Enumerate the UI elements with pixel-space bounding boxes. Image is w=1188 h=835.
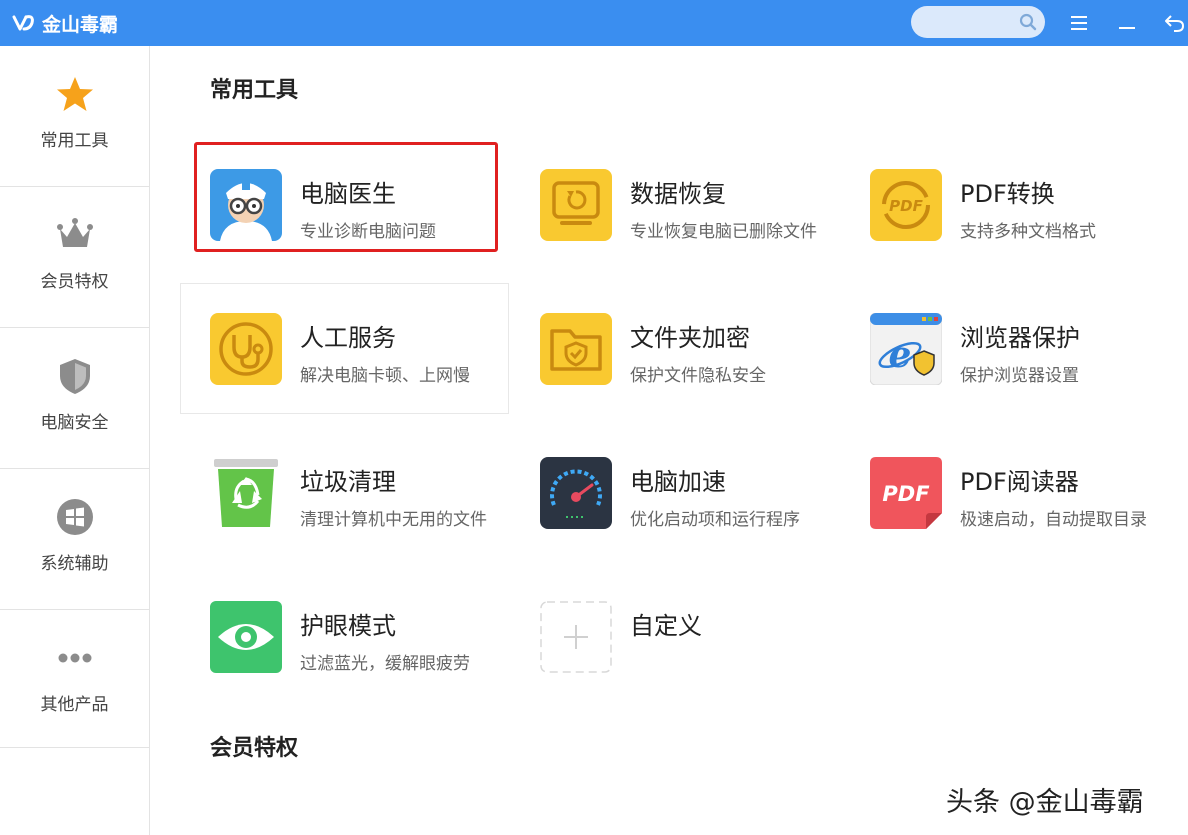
windows-icon — [57, 499, 93, 535]
tool-junk-clean[interactable]: 垃圾清理 清理计算机中无用的文件 — [180, 443, 510, 543]
tool-custom[interactable]: 自定义 — [510, 587, 840, 687]
data-recovery-icon — [540, 169, 612, 241]
search-input[interactable] — [921, 10, 1021, 36]
speedometer-icon — [540, 457, 612, 529]
stethoscope-icon — [210, 313, 282, 385]
search-icon[interactable] — [1019, 13, 1037, 31]
eye-icon — [210, 601, 282, 673]
svg-text:e: e — [889, 334, 912, 376]
tool-desc: 保护浏览器设置 — [960, 366, 1079, 386]
tool-desc: 清理计算机中无用的文件 — [300, 510, 487, 530]
sidebar-item-label: 常用工具 — [40, 131, 109, 151]
tool-desc: 保护文件隐私安全 — [630, 366, 766, 386]
tool-browser-protect[interactable]: e 浏览器保护 保护浏览器设置 — [840, 299, 1170, 399]
sidebar: 常用工具 会员特权 电脑安全 系统辅助 其他产品 — [0, 46, 150, 835]
back-icon[interactable] — [1162, 11, 1186, 35]
menu-icon[interactable] — [1067, 11, 1091, 35]
tool-name: 电脑加速 — [630, 468, 726, 496]
tool-data-recovery[interactable]: 数据恢复 专业恢复电脑已删除文件 — [510, 155, 840, 255]
sidebar-item-label: 会员特权 — [40, 272, 109, 292]
pdf-convert-icon-text: PDF — [889, 197, 923, 215]
minimize-icon[interactable] — [1115, 11, 1139, 35]
browser-shield-icon: e — [870, 313, 942, 385]
tool-name: 人工服务 — [300, 324, 396, 352]
tool-name: 浏览器保护 — [960, 324, 1080, 352]
search-box[interactable] — [911, 6, 1045, 38]
sidebar-item-other-products[interactable]: 其他产品 — [0, 610, 149, 747]
folder-lock-icon — [540, 313, 612, 385]
highlight-box — [194, 142, 498, 252]
pdf-convert-icon: PDF — [870, 169, 942, 241]
tool-desc: 支持多种文档格式 — [960, 222, 1096, 242]
tool-name: 护眼模式 — [300, 612, 396, 640]
pdf-reader-icon-text: PDF — [882, 482, 930, 506]
sidebar-item-label: 其他产品 — [40, 695, 109, 715]
sidebar-item-member[interactable]: 会员特权 — [0, 187, 149, 327]
tool-desc: 优化启动项和运行程序 — [630, 510, 800, 530]
sidebar-item-label: 系统辅助 — [40, 554, 109, 574]
tool-desc: 极速启动，自动提取目录 — [960, 510, 1147, 530]
title-bar: 金山毒霸 — [0, 0, 1188, 46]
tool-desc: 解决电脑卡顿、上网慢 — [300, 366, 470, 386]
tool-name: PDF阅读器 — [960, 468, 1079, 496]
watermark: 头条 @金山毒霸 — [946, 787, 1144, 818]
tool-pdf-reader[interactable]: PDF PDF阅读器 极速启动，自动提取目录 — [840, 443, 1170, 543]
add-custom-icon — [540, 601, 612, 673]
tool-eye-care[interactable]: 护眼模式 过滤蓝光，缓解眼疲劳 — [180, 587, 510, 687]
tool-name: 垃圾清理 — [300, 468, 396, 496]
app-title: 金山毒霸 — [42, 14, 119, 36]
tool-name: 自定义 — [630, 612, 702, 640]
divider — [0, 747, 149, 748]
tool-desc: 过滤蓝光，缓解眼疲劳 — [300, 654, 470, 674]
pdf-reader-icon: PDF — [870, 457, 942, 529]
more-dots-icon — [58, 653, 92, 663]
tool-name: 文件夹加密 — [630, 324, 750, 352]
tool-pc-speedup[interactable]: 电脑加速 优化启动项和运行程序 — [510, 443, 840, 543]
tool-folder-encrypt[interactable]: 文件夹加密 保护文件隐私安全 — [510, 299, 840, 399]
sidebar-item-label: 电脑安全 — [40, 413, 109, 433]
tool-name: PDF转换 — [960, 180, 1055, 208]
tool-manual-service[interactable]: 人工服务 解决电脑卡顿、上网慢 — [180, 299, 510, 399]
crown-icon — [57, 218, 93, 247]
star-icon — [57, 77, 93, 111]
tool-desc: 专业恢复电脑已删除文件 — [630, 222, 817, 242]
app-logo-icon — [12, 15, 34, 31]
section-title-member: 会员特权 — [210, 736, 299, 761]
tool-name: 数据恢复 — [630, 180, 726, 208]
section-title-common-tools: 常用工具 — [210, 78, 299, 103]
tool-pdf-convert[interactable]: PDF PDF转换 支持多种文档格式 — [840, 155, 1170, 255]
sidebar-item-system-assist[interactable]: 系统辅助 — [0, 469, 149, 609]
recycle-bin-icon — [214, 459, 278, 527]
shield-icon — [60, 359, 90, 394]
sidebar-item-common-tools[interactable]: 常用工具 — [0, 46, 149, 186]
sidebar-item-pc-security[interactable]: 电脑安全 — [0, 328, 149, 468]
